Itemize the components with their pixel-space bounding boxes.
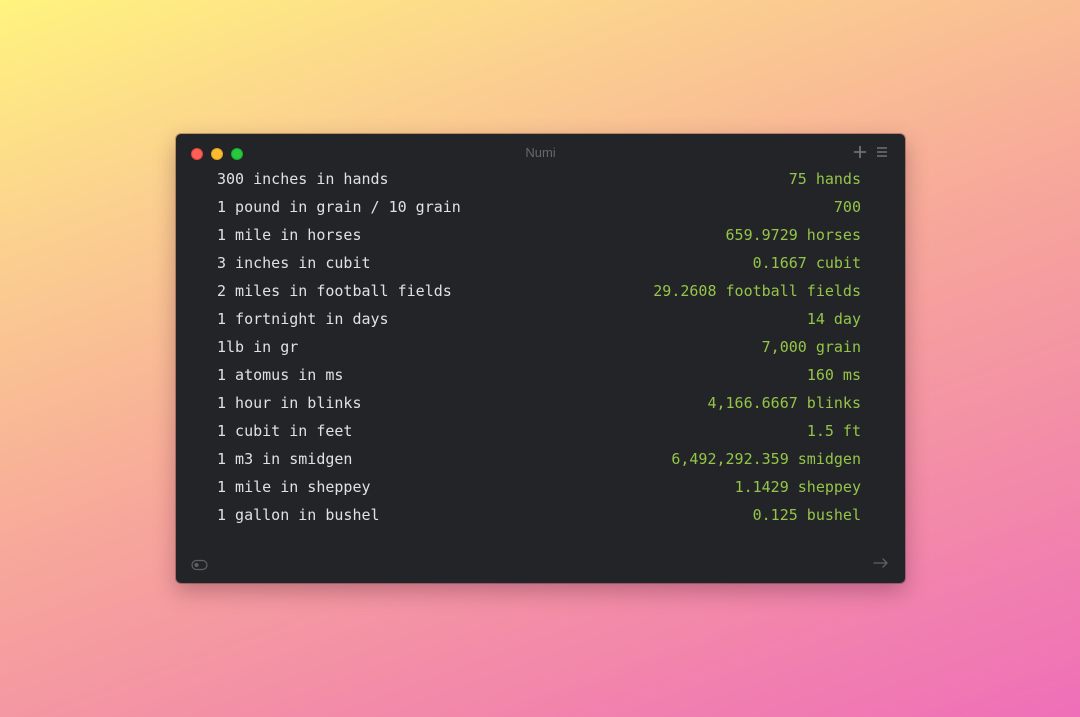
- expression-text[interactable]: 1 gallon in bushel: [217, 501, 380, 529]
- expression-text[interactable]: 1 hour in blinks: [217, 389, 362, 417]
- calculation-line[interactable]: 1 cubit in feet 1.5 ft: [217, 417, 861, 445]
- calculation-editor[interactable]: 300 inches in hands 75 hands 1 pound in gr…: [217, 165, 861, 529]
- calculation-line[interactable]: 1 gallon in bushel 0.125 bushel: [217, 501, 861, 529]
- expression-text[interactable]: 1 cubit in feet: [217, 417, 352, 445]
- result-text: 1.5 ft: [806, 422, 861, 440]
- calculation-line[interactable]: 1 mile in horses 659.9729 horses: [217, 221, 861, 249]
- result-text: 7,000 grain: [761, 338, 861, 356]
- calculation-line[interactable]: 1 pound in grain / 10 grain 700: [217, 193, 861, 221]
- calculation-line[interactable]: 1 mile in sheppey 1.1429 sheppey: [217, 473, 861, 501]
- expression-text[interactable]: 1 pound in grain / 10 grain: [217, 193, 461, 221]
- calculation-line[interactable]: 300 inches in hands 75 hands: [217, 165, 861, 193]
- expression-text[interactable]: 1 fortnight in days: [217, 305, 389, 333]
- calculation-line[interactable]: 3 inches in cubit 0.1667 cubit: [217, 249, 861, 277]
- result-text: 659.9729 horses: [725, 226, 861, 244]
- calculation-line[interactable]: 1 fortnight in days 14 day: [217, 305, 861, 333]
- result-text: 4,166.6667 blinks: [707, 394, 861, 412]
- calculation-line[interactable]: 1 atomus in ms 160 ms: [217, 361, 861, 389]
- result-text: 6,492,292.359 smidgen: [671, 450, 861, 468]
- calculation-line[interactable]: 1lb in gr 7,000 grain: [217, 333, 861, 361]
- expression-text[interactable]: 1 m3 in smidgen: [217, 445, 352, 473]
- result-text: 160 ms: [806, 366, 861, 384]
- desktop-background: { "window": { "title": "Numi" }, "lines"…: [0, 0, 1080, 717]
- expression-text[interactable]: 2 miles in football fields: [217, 277, 452, 305]
- result-text: 0.1667 cubit: [752, 254, 861, 272]
- calculation-line[interactable]: 1 hour in blinks 4,166.6667 blinks: [217, 389, 861, 417]
- expression-text[interactable]: 1lb in gr: [217, 333, 298, 361]
- expression-text[interactable]: 1 mile in sheppey: [217, 473, 371, 501]
- expression-text[interactable]: 1 atomus in ms: [217, 361, 343, 389]
- plus-icon[interactable]: [852, 144, 868, 160]
- result-text: 75 hands: [788, 170, 861, 188]
- arrow-right-icon[interactable]: [872, 555, 890, 569]
- result-text: 700: [833, 198, 861, 216]
- numi-window: Numi 300 inches in hands 75 hands 1 pound …: [176, 134, 905, 583]
- toggle-icon[interactable]: [191, 556, 208, 571]
- expression-text[interactable]: 3 inches in cubit: [217, 249, 371, 277]
- hamburger-menu-icon[interactable]: [874, 144, 890, 160]
- result-text: 1.1429 sheppey: [734, 478, 861, 496]
- result-text: 0.125 bushel: [752, 506, 861, 524]
- window-title: Numi: [525, 145, 556, 160]
- expression-text[interactable]: 1 mile in horses: [217, 221, 362, 249]
- expression-text[interactable]: 300 inches in hands: [217, 165, 389, 193]
- calculation-line[interactable]: 2 miles in football fields 29.2608 footba…: [217, 277, 861, 305]
- calculation-line[interactable]: 1 m3 in smidgen 6,492,292.359 smidgen: [217, 445, 861, 473]
- result-text: 14 day: [806, 310, 861, 328]
- result-text: 29.2608 football fields: [653, 282, 861, 300]
